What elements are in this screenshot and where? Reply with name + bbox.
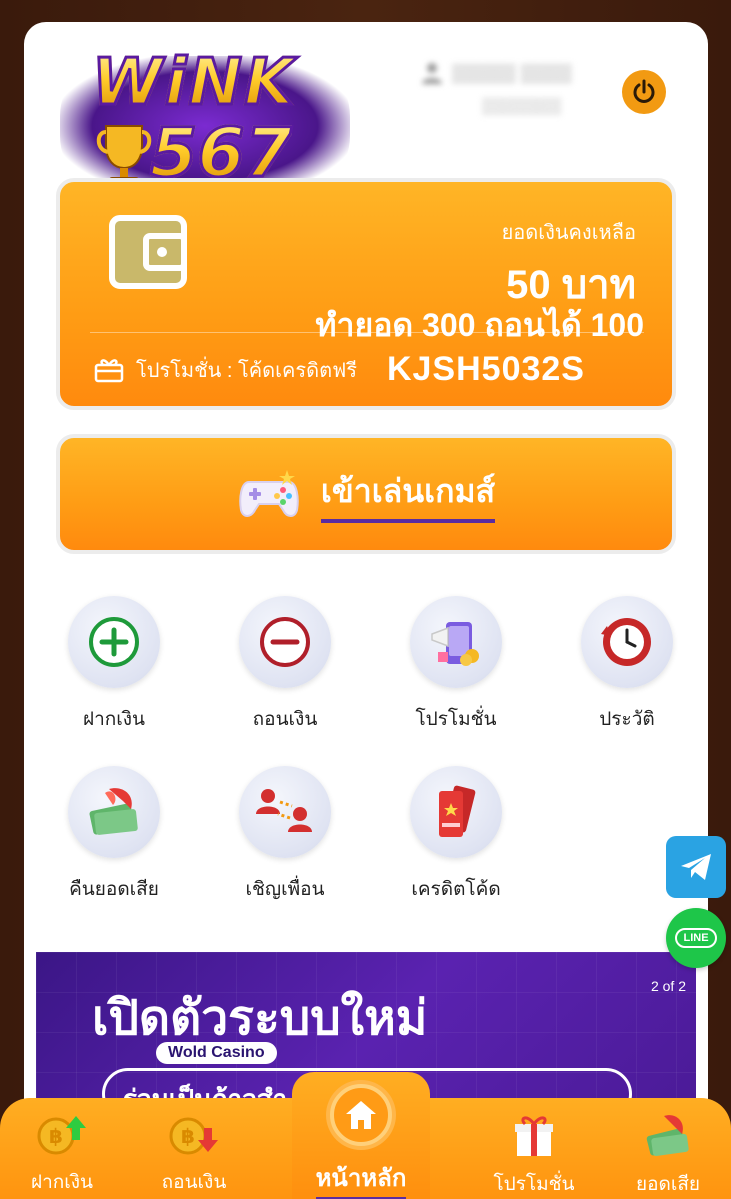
coin-up-icon: ฿ — [37, 1116, 86, 1155]
logout-button[interactable] — [622, 70, 666, 114]
history-clock-icon — [601, 618, 651, 666]
gift-icon — [94, 358, 124, 382]
plus-circle-icon — [89, 617, 139, 667]
menu-icon-circle — [68, 766, 160, 858]
nav-home-label: หน้าหลัก — [315, 1158, 407, 1199]
gift-box-icon — [515, 1116, 553, 1156]
home-icon-circle — [330, 1084, 392, 1146]
line-button[interactable]: LINE — [666, 908, 726, 968]
menu-label: โปรโมชั่น — [415, 709, 497, 730]
nav-label: ถอนเงิน — [161, 1172, 227, 1193]
svg-text:฿: ฿ — [49, 1124, 63, 1148]
menu-deposit[interactable]: ฝากเงิน — [44, 596, 184, 734]
menu-label: ฝากเงิน — [82, 709, 146, 730]
line-icon: LINE — [675, 928, 717, 948]
home-icon — [346, 1101, 376, 1129]
menu-label: เครดิตโค้ด — [411, 879, 501, 900]
gamepad-icon — [239, 470, 299, 517]
promo-label: โปรโมชั่น : โค้ดเครดิตฟรี — [136, 359, 357, 382]
banner-tag: Wold Casino — [156, 1042, 277, 1064]
nav-loss-rebate[interactable]: ยอดเสีย — [608, 1112, 728, 1199]
megaphone-phone-icon — [431, 622, 479, 666]
invite-friends-icon — [256, 789, 312, 832]
money-cashback-icon — [646, 1115, 689, 1157]
power-icon — [633, 79, 655, 103]
menu-label: เชิญเพื่อน — [245, 879, 325, 900]
menu-invite[interactable]: เชิญเพื่อน — [215, 766, 355, 904]
money-cashback-icon — [89, 788, 138, 835]
user-icon — [422, 63, 442, 84]
play-game-label: เข้าเล่นเกมส์ — [320, 466, 496, 523]
menu-icon-circle — [239, 596, 331, 688]
menu-cashback[interactable]: คืนยอดเสีย — [44, 766, 184, 904]
nav-label: ฝากเงิน — [30, 1172, 94, 1193]
menu-label: คืนยอดเสีย — [69, 879, 159, 900]
turnover-text: ทำยอด 300 ถอนได้ 100 — [315, 307, 644, 343]
minus-circle-icon — [260, 617, 310, 667]
balance-label: ยอดเงินคงเหลือ — [501, 222, 636, 244]
play-game-button[interactable]: เข้าเล่นเกมส์ — [56, 434, 676, 554]
menu-icon-circle — [410, 766, 502, 858]
banner-counter: 2 of 2 — [650, 978, 686, 994]
telegram-button[interactable] — [666, 836, 726, 898]
ticket-icon — [439, 785, 476, 837]
menu-label: ถอนเงิน — [252, 709, 318, 730]
menu-icon-circle — [68, 596, 160, 688]
promo-code[interactable]: KJSH5032S — [387, 350, 585, 389]
menu-icon-circle — [581, 596, 673, 688]
wallet-icon — [109, 215, 187, 289]
nav-label: ยอดเสีย — [635, 1174, 701, 1195]
nav-deposit[interactable]: ฿ ฝากเงิน — [2, 1112, 122, 1197]
username-blurred: ▒▒▒▒▒ ▒▒▒▒ — [452, 62, 572, 83]
menu-icon-circle — [239, 766, 331, 858]
menu-label: ประวัติ — [599, 709, 655, 730]
menu-history[interactable]: ประวัติ — [557, 596, 697, 734]
nav-home[interactable]: หน้าหลัก — [292, 1072, 430, 1199]
divider — [90, 332, 644, 333]
coin-down-icon: ฿ — [169, 1117, 218, 1155]
user-info-blurred: ▒▒▒▒▒ ▒▒▒▒ ▒▒▒▒▒▒▒ — [422, 62, 622, 132]
userid-blurred: ▒▒▒▒▒▒▒ — [482, 98, 562, 115]
telegram-icon — [681, 854, 711, 880]
svg-text:฿: ฿ — [181, 1124, 195, 1148]
nav-promotion[interactable]: โปรโมชั่น — [474, 1112, 594, 1199]
menu-promotion[interactable]: โปรโมชั่น — [386, 596, 526, 734]
menu-credit-code[interactable]: เครดิตโค้ด — [386, 766, 526, 904]
nav-label: โปรโมชั่น — [493, 1174, 575, 1195]
menu-icon-circle — [410, 596, 502, 688]
logo-word: WiNK — [91, 45, 296, 122]
balance-card: ยอดเงินคงเหลือ 50 บาท ทำยอด 300 ถอนได้ 1… — [56, 178, 676, 410]
promo-row: โปรโมชั่น : โค้ดเครดิตฟรี KJSH5032S — [94, 350, 585, 389]
menu-withdraw[interactable]: ถอนเงิน — [215, 596, 355, 734]
nav-withdraw[interactable]: ฿ ถอนเงิน — [134, 1112, 254, 1197]
phone-card: WiNK 567 ▒▒▒▒▒ ▒▒▒▒ ▒▒▒▒▒▒▒ ยอดเงินคงเหล… — [24, 22, 708, 1199]
